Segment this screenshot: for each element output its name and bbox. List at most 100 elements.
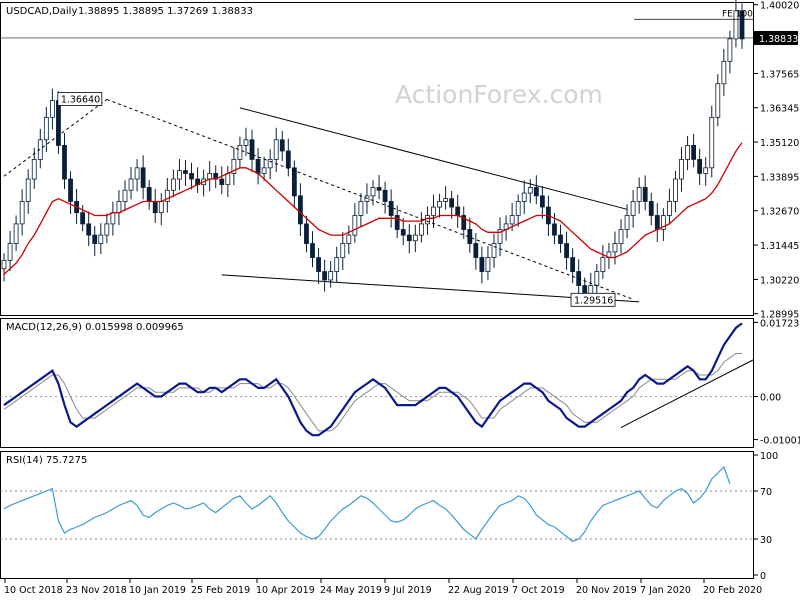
watermark: ActionForex.com bbox=[395, 80, 603, 109]
candle-body bbox=[183, 170, 188, 174]
candle-body bbox=[13, 223, 19, 244]
candle-body bbox=[267, 159, 273, 169]
candle-body bbox=[80, 212, 86, 225]
candle-body bbox=[376, 187, 382, 191]
candle-body bbox=[134, 167, 140, 180]
macd-tick-label: 0.017237 bbox=[760, 318, 800, 329]
candle-body bbox=[152, 201, 158, 214]
candle-body bbox=[388, 201, 394, 216]
date-tick-label: 7 Jan 2020 bbox=[640, 585, 691, 596]
candle-body bbox=[255, 159, 261, 174]
price-tick-label: 1.37565 bbox=[760, 70, 799, 81]
candle-body bbox=[261, 167, 267, 174]
candle-body bbox=[485, 257, 491, 272]
candle-body bbox=[721, 60, 727, 85]
candle-body bbox=[727, 38, 733, 62]
candle-body bbox=[68, 178, 73, 202]
candle-body bbox=[56, 100, 61, 146]
candle-body bbox=[1, 259, 7, 270]
candle-body bbox=[104, 223, 110, 236]
candle-body bbox=[310, 243, 315, 258]
candle-body bbox=[564, 243, 569, 258]
price-tick-label: 1.40020 bbox=[760, 1, 799, 12]
candle-body bbox=[588, 285, 594, 295]
candle-body bbox=[418, 223, 424, 236]
candle-body bbox=[334, 257, 340, 272]
candle-body bbox=[110, 212, 116, 225]
candle-body bbox=[636, 187, 642, 202]
candle-body bbox=[328, 271, 334, 281]
candle-body bbox=[285, 150, 291, 169]
candle-body bbox=[624, 215, 630, 230]
candle-body bbox=[382, 189, 388, 202]
macd-title: MACD(12,26,9) 0.015998 0.009965 bbox=[6, 322, 184, 333]
candle-body bbox=[630, 201, 636, 216]
candle-body bbox=[648, 201, 654, 216]
candle-body bbox=[98, 234, 104, 244]
date-tick-label: 23 Nov 2018 bbox=[66, 585, 127, 596]
date-tick-label: 24 May 2019 bbox=[320, 585, 382, 596]
candle-body bbox=[25, 178, 31, 202]
candle-body bbox=[642, 187, 648, 202]
candle-body bbox=[189, 173, 194, 180]
candle-body bbox=[558, 234, 563, 244]
date-tick-label: 7 Oct 2019 bbox=[512, 585, 565, 596]
candle-body bbox=[600, 257, 606, 272]
date-tick-label: 10 Jan 2019 bbox=[129, 585, 186, 596]
candle-body bbox=[491, 243, 497, 258]
candle-body bbox=[394, 215, 400, 230]
candle-body bbox=[709, 116, 715, 169]
price-tick-label: 1.32670 bbox=[760, 207, 799, 218]
candle-body bbox=[249, 139, 255, 160]
low-label: 1.29516 bbox=[574, 295, 613, 306]
candle-body bbox=[667, 201, 672, 216]
price-tick-label: 1.33895 bbox=[760, 172, 799, 183]
price-tick-label: 1.36345 bbox=[760, 104, 799, 115]
macd-tick-label: 0.00 bbox=[760, 393, 781, 404]
candle-body bbox=[509, 215, 515, 225]
candle-body bbox=[703, 167, 709, 174]
candle-body bbox=[552, 223, 557, 236]
candle-body bbox=[370, 187, 376, 197]
date-tick-label: 10 Apr 2019 bbox=[256, 585, 315, 596]
candle-body bbox=[86, 223, 92, 236]
candle-body bbox=[207, 173, 213, 180]
candle-body bbox=[479, 257, 485, 272]
candle-body bbox=[177, 170, 182, 180]
candle-body bbox=[473, 243, 479, 258]
candle-body bbox=[539, 195, 545, 208]
candle-body bbox=[612, 243, 618, 253]
date-tick-label: 20 Feb 2020 bbox=[703, 585, 762, 596]
candle-body bbox=[679, 159, 684, 180]
candle-body bbox=[618, 229, 624, 244]
price-tick-label: 1.31445 bbox=[760, 241, 799, 252]
candle-body bbox=[691, 145, 697, 160]
candle-body bbox=[431, 206, 436, 216]
candle-body bbox=[455, 206, 461, 216]
high-label: 1.36640 bbox=[61, 94, 100, 105]
candle-body bbox=[304, 223, 309, 244]
candle-body bbox=[685, 145, 690, 160]
candle-body bbox=[316, 257, 321, 272]
candle-body bbox=[140, 167, 146, 188]
date-tick-label: 25 Feb 2019 bbox=[191, 585, 250, 596]
macd-tick-label: -0.010011 bbox=[760, 436, 800, 447]
candle-body bbox=[406, 234, 412, 242]
candle-body bbox=[237, 145, 243, 160]
candle-body bbox=[358, 201, 364, 216]
candle-body bbox=[146, 187, 152, 202]
rsi-tick-label: 30 bbox=[760, 535, 772, 546]
rsi-tick-label: 0 bbox=[760, 571, 766, 582]
candle-body bbox=[116, 201, 122, 214]
candle-body bbox=[19, 201, 25, 225]
candle-body bbox=[352, 215, 358, 236]
current-price-label: 1.38833 bbox=[759, 34, 798, 45]
candle-body bbox=[673, 178, 678, 202]
candle-body bbox=[515, 201, 521, 216]
candle-body bbox=[425, 215, 430, 225]
candle-body bbox=[219, 178, 225, 186]
candle-body bbox=[298, 195, 303, 225]
candle-body bbox=[449, 198, 455, 208]
date-tick-label: 22 Aug 2019 bbox=[448, 585, 509, 596]
candle-body bbox=[582, 285, 588, 295]
